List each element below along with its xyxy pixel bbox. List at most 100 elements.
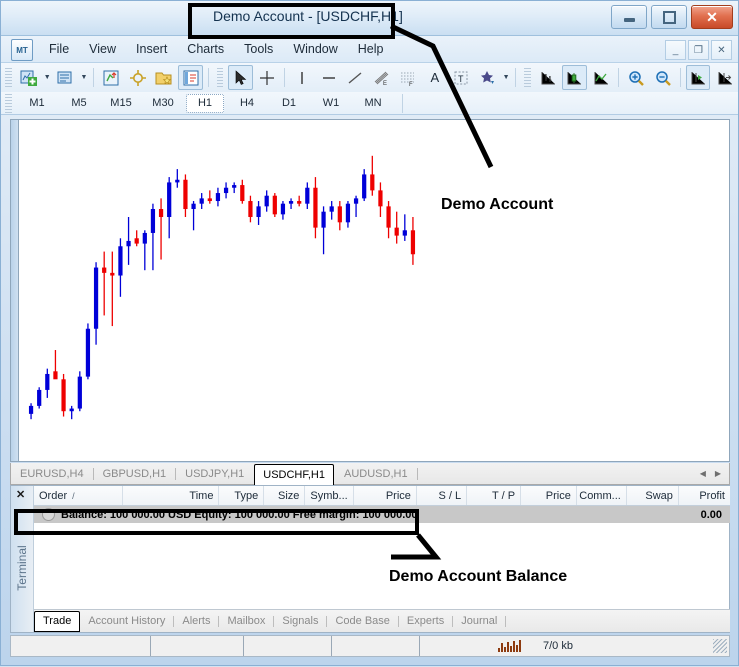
zoom-in-icon[interactable] xyxy=(624,65,648,90)
zoom-out-icon[interactable] xyxy=(651,65,675,90)
market-watch-icon[interactable] xyxy=(99,65,123,90)
toolbar-grip[interactable] xyxy=(524,68,531,87)
menu-item-file[interactable]: File xyxy=(39,40,79,58)
column-header-price[interactable]: Price xyxy=(521,486,577,505)
terminal-tab-experts[interactable]: Experts xyxy=(399,613,452,630)
balance-profit-value: 0.00 xyxy=(701,509,722,521)
chart-tab-usdchf-h1[interactable]: USDCHF,H1 xyxy=(254,464,334,486)
terminal-panel: ✕ Terminal Order/TimeTypeSizeSymb...Pric… xyxy=(10,485,730,633)
resize-grip-icon[interactable] xyxy=(713,639,727,653)
column-header-profit[interactable]: Profit xyxy=(679,486,730,505)
timeframe-m5[interactable]: M5 xyxy=(60,94,98,113)
trend-line-icon[interactable] xyxy=(343,65,367,90)
column-header-type[interactable]: Type xyxy=(219,486,264,505)
timeframe-h1[interactable]: H1 xyxy=(186,94,224,113)
chart-tab-audusd-h1[interactable]: AUDUSD,H1 xyxy=(336,465,416,483)
terminal-close-icon[interactable]: ✕ xyxy=(16,488,25,501)
column-header-symb[interactable]: Symb... xyxy=(305,486,353,505)
shapes-icon[interactable] xyxy=(476,65,500,90)
terminal-tab-account-history[interactable]: Account History xyxy=(80,613,173,630)
toolbar-separator xyxy=(284,68,285,87)
column-header-order[interactable]: Order/ xyxy=(34,486,123,505)
annotation-label-demo-account: Demo Account xyxy=(441,196,553,214)
status-cell-4 xyxy=(332,636,420,656)
profiles-icon[interactable] xyxy=(53,65,77,90)
mdi-minimize-button[interactable]: _ xyxy=(665,40,686,60)
mdi-restore-button[interactable]: ❐ xyxy=(688,40,709,60)
chart-tab-eurusd-h4[interactable]: EURUSD,H4 xyxy=(12,465,92,483)
candle-body xyxy=(167,182,171,217)
metatrader-window: Demo Account - [USDCHF,H1] ✕ MT File Vie… xyxy=(0,0,739,666)
timeframe-d1[interactable]: D1 xyxy=(270,94,308,113)
menu-item-charts[interactable]: Charts xyxy=(177,40,234,58)
timeframe-m1[interactable]: M1 xyxy=(18,94,56,113)
crosshair-icon[interactable] xyxy=(255,65,279,90)
terminal-tab-alerts[interactable]: Alerts xyxy=(174,613,218,630)
chart-left-scale xyxy=(11,120,19,461)
maximize-button[interactable] xyxy=(651,5,687,29)
equidistant-channel-icon[interactable]: E xyxy=(370,65,394,90)
chart-tab-scroll-left-icon[interactable]: ◀ xyxy=(700,469,706,478)
candle-body xyxy=(354,198,358,203)
auto-scroll-icon[interactable] xyxy=(686,65,710,90)
terminal-tab-mailbox[interactable]: Mailbox xyxy=(219,613,273,630)
vertical-line-icon[interactable] xyxy=(290,65,314,90)
bar-chart-icon[interactable] xyxy=(536,65,560,90)
column-header-price[interactable]: Price xyxy=(354,486,417,505)
column-header-size[interactable]: Size xyxy=(264,486,305,505)
menu-item-help[interactable]: Help xyxy=(348,40,394,58)
timeframe-w1[interactable]: W1 xyxy=(312,94,350,113)
new-chart-icon[interactable] xyxy=(17,65,41,90)
data-window-icon[interactable] xyxy=(178,65,202,90)
candlestick-chart-icon[interactable] xyxy=(562,65,586,90)
column-header-comm[interactable]: Comm... xyxy=(577,486,627,505)
text-label-icon[interactable]: A xyxy=(423,65,447,90)
chart-tab-scroll-right-icon[interactable]: ▶ xyxy=(715,469,721,478)
terminal-tab-journal[interactable]: Journal xyxy=(453,613,505,630)
open-folder-icon[interactable] xyxy=(152,65,176,90)
toolbar-grip[interactable] xyxy=(5,68,12,87)
line-chart-icon[interactable] xyxy=(589,65,613,90)
terminal-tab-signals[interactable]: Signals xyxy=(274,613,326,630)
chart-canvas[interactable] xyxy=(10,119,730,462)
minimize-button[interactable] xyxy=(611,5,647,29)
candle-body xyxy=(110,273,114,276)
candle-body xyxy=(248,201,252,217)
toolbar-grip[interactable] xyxy=(217,68,224,87)
horizontal-line-icon[interactable] xyxy=(317,65,341,90)
menu-item-view[interactable]: View xyxy=(79,40,126,58)
chart-tab-usdjpy-h1[interactable]: USDJPY,H1 xyxy=(177,465,252,483)
terminal-tab-code-base[interactable]: Code Base xyxy=(327,613,397,630)
menu-item-tools[interactable]: Tools xyxy=(234,40,283,58)
balance-row[interactable]: Balance: 100 000.00 USD Equity: 100 000.… xyxy=(34,506,730,523)
cursor-icon[interactable] xyxy=(228,65,252,90)
timeframe-grip[interactable] xyxy=(5,94,12,113)
chart-tab-gbpusd-h1[interactable]: GBPUSD,H1 xyxy=(95,465,175,483)
profiles-dropdown-arrow-icon[interactable]: ▼ xyxy=(79,66,89,89)
column-header-time[interactable]: Time xyxy=(123,486,220,505)
chart-shift-icon[interactable] xyxy=(712,65,736,90)
fibonacci-icon[interactable]: F xyxy=(396,65,420,90)
timeframe-m15[interactable]: M15 xyxy=(102,94,140,113)
terminal-tab-bar: Trade Account History Alerts Mailbox Sig… xyxy=(34,609,730,632)
svg-text:T: T xyxy=(458,74,464,84)
terminal-tab-trade[interactable]: Trade xyxy=(34,611,80,632)
menu-item-window[interactable]: Window xyxy=(283,40,347,58)
close-button[interactable]: ✕ xyxy=(691,5,733,29)
mdi-close-button[interactable]: ✕ xyxy=(711,40,732,60)
column-header-label: Price xyxy=(546,490,571,502)
crosshair-move-icon[interactable] xyxy=(125,65,149,90)
column-header-swap[interactable]: Swap xyxy=(627,486,679,505)
balance-row-icon xyxy=(42,508,55,521)
new-chart-dropdown-arrow-icon[interactable]: ▼ xyxy=(42,66,52,89)
text-box-icon[interactable]: T xyxy=(449,65,473,90)
timeframe-h4[interactable]: H4 xyxy=(228,94,266,113)
shapes-dropdown-arrow-icon[interactable]: ▼ xyxy=(501,66,511,89)
column-header-label: Type xyxy=(234,490,258,502)
column-header-s-l[interactable]: S / L xyxy=(417,486,467,505)
menu-item-insert[interactable]: Insert xyxy=(126,40,177,58)
timeframe-mn[interactable]: MN xyxy=(354,94,392,113)
timeframe-m30[interactable]: M30 xyxy=(144,94,182,113)
column-header-label: Order xyxy=(39,490,67,502)
column-header-t-p[interactable]: T / P xyxy=(467,486,521,505)
